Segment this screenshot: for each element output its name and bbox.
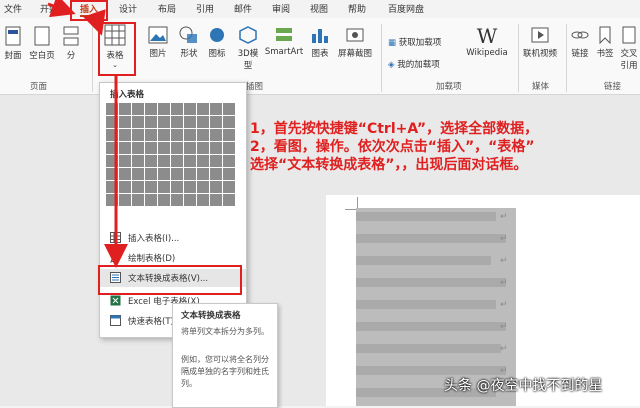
annotation-step3: 选择“文本转换成表格”，，出现后面对话框。 bbox=[250, 157, 528, 173]
arrow-to-table-button bbox=[82, 9, 106, 36]
annotation-arrows bbox=[47, 0, 128, 268]
watermark: 头条 @夜空中找不到的星 bbox=[444, 378, 603, 394]
annotation-step1: 1，首先按快捷键“Ctrl+A”，选择全部数据， bbox=[250, 121, 539, 137]
arrow-to-insert-tab bbox=[47, 0, 76, 18]
annotation-step2: 2，看图，操作。依次次点击“插入”，“表格” bbox=[250, 139, 535, 155]
